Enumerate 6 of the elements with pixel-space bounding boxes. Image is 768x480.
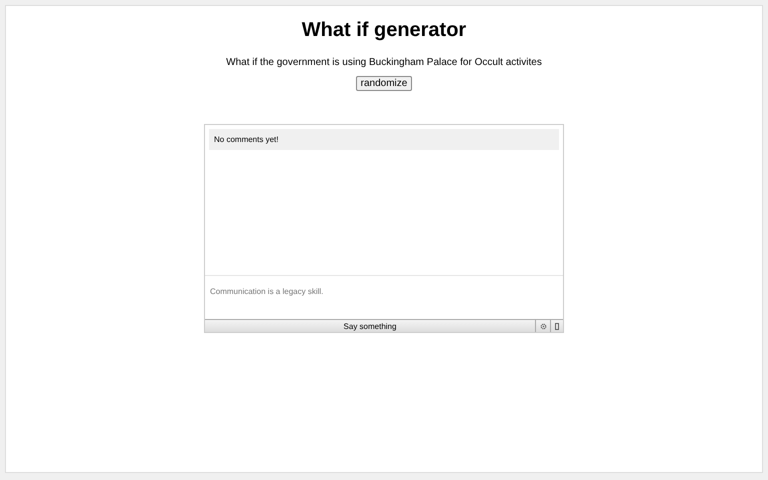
rectangle-icon[interactable] — [555, 322, 559, 330]
settings-icon[interactable] — [540, 322, 546, 330]
chat-message: No comments yet! — [209, 129, 559, 150]
what-if-sentence: What if the government is using Buckingham Palace for Occult activites — [226, 57, 542, 68]
randomize-button[interactable]: randomize — [356, 76, 412, 91]
page-title: What if generator — [302, 19, 466, 42]
